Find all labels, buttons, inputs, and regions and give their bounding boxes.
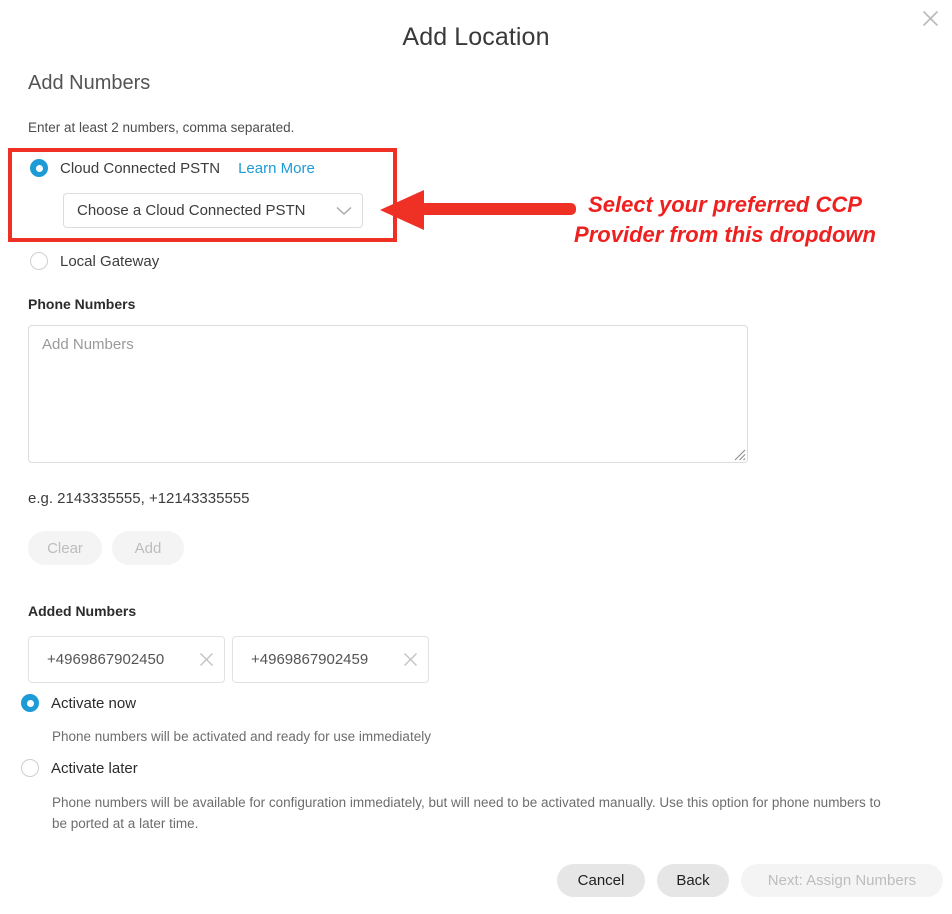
activate-later-description: Phone numbers will be available for conf…	[52, 795, 881, 831]
add-button[interactable]: Add	[112, 531, 184, 565]
radio-local-gateway[interactable]	[30, 252, 48, 270]
section-subtitle: Enter at least 2 numbers, comma separate…	[28, 120, 295, 135]
annotation-text-line2: Provider from this dropdown	[574, 222, 876, 247]
close-icon[interactable]	[403, 652, 418, 667]
phone-numbers-label: Phone Numbers	[28, 296, 136, 312]
radio-label-activate-later: Activate later	[51, 759, 138, 777]
page-title: Add Location	[402, 23, 550, 51]
radio-row-activate-later[interactable]: Activate later	[21, 759, 138, 777]
chevron-down-icon	[336, 206, 352, 215]
add-location-dialog: Add Location Add Numbers Enter at least …	[0, 0, 952, 914]
annotation-text: Select your preferred CCP Provider from …	[505, 190, 945, 250]
close-icon[interactable]	[199, 652, 214, 667]
radio-row-cloud-connected-pstn[interactable]: Cloud Connected PSTN Learn More	[30, 159, 315, 177]
added-number-value: +4969867902450	[47, 651, 165, 668]
activate-now-description: Phone numbers will be activated and read…	[52, 729, 431, 744]
next-assign-numbers-button[interactable]: Next: Assign Numbers	[741, 864, 943, 897]
annotation-arrow-icon	[380, 190, 576, 230]
radio-label-local-gateway: Local Gateway	[60, 252, 160, 270]
section-heading: Add Numbers	[28, 72, 151, 94]
cancel-button[interactable]: Cancel	[557, 864, 645, 897]
learn-more-link[interactable]: Learn More	[238, 160, 315, 177]
ccp-provider-dropdown-value: Choose a Cloud Connected PSTN	[77, 202, 306, 219]
radio-row-activate-now[interactable]: Activate now	[21, 694, 136, 712]
radio-label-activate-now: Activate now	[51, 694, 137, 712]
added-numbers-label: Added Numbers	[28, 603, 137, 619]
ccp-provider-dropdown[interactable]: Choose a Cloud Connected PSTN	[63, 193, 363, 228]
radio-activate-now[interactable]	[21, 694, 39, 712]
radio-row-local-gateway[interactable]: Local Gateway	[30, 252, 159, 270]
phone-numbers-hint: e.g. 2143335555, +12143335555	[28, 490, 250, 507]
clear-button[interactable]: Clear	[28, 531, 102, 565]
annotation-text-line1: Select your preferred CCP	[588, 192, 862, 217]
phone-numbers-input[interactable]	[28, 325, 748, 463]
added-number-chip: +4969867902450	[28, 636, 225, 683]
back-button[interactable]: Back	[657, 864, 729, 897]
added-number-chip: +4969867902459	[232, 636, 429, 683]
close-icon[interactable]	[917, 5, 943, 31]
added-number-value: +4969867902459	[251, 651, 369, 668]
radio-label-cloud-connected-pstn: Cloud Connected PSTN	[60, 159, 221, 177]
radio-cloud-connected-pstn[interactable]	[30, 159, 48, 177]
radio-activate-later[interactable]	[21, 759, 39, 777]
